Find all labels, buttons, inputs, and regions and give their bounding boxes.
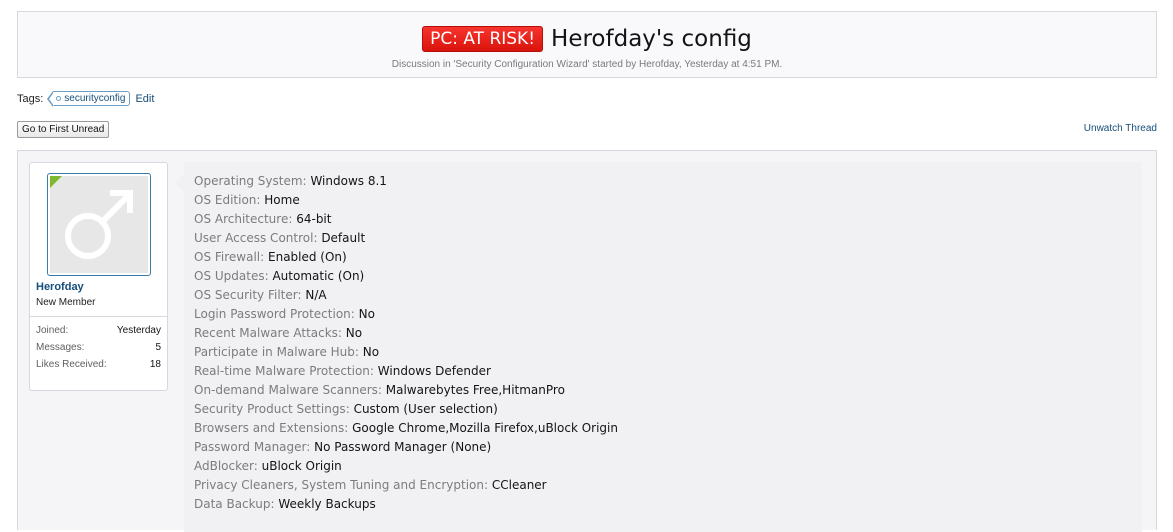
config-row: Privacy Cleaners, System Tuning and Encr… xyxy=(194,476,618,495)
config-label: On-demand Malware Scanners: xyxy=(194,383,382,397)
tags-row: Tags: securityconfig Edit xyxy=(17,91,154,107)
post: Herofday New Member Joined: Yesterday Me… xyxy=(17,150,1157,532)
config-label: User Access Control: xyxy=(194,231,318,245)
config-row: OS Security Filter: N/A xyxy=(194,286,618,305)
edit-tags-link[interactable]: Edit xyxy=(135,93,154,105)
online-indicator xyxy=(50,176,62,188)
unwatch-thread-link[interactable]: Unwatch Thread xyxy=(1084,123,1157,134)
config-label: Browsers and Extensions: xyxy=(194,421,349,435)
config-value: No xyxy=(345,326,363,340)
config-value: No xyxy=(362,345,380,359)
user-card: Herofday New Member Joined: Yesterday Me… xyxy=(29,162,168,391)
config-row: Browsers and Extensions: Google Chrome,M… xyxy=(194,419,618,438)
tags-label: Tags: xyxy=(17,92,44,105)
config-value: Automatic (On) xyxy=(272,269,365,283)
config-label: Operating System: xyxy=(194,174,307,188)
config-label: Security Product Settings: xyxy=(194,402,350,416)
stat-label: Messages: xyxy=(36,342,85,353)
config-row: OS Edition: Home xyxy=(194,191,618,210)
avatar[interactable] xyxy=(47,173,151,276)
config-row: Password Manager: No Password Manager (N… xyxy=(194,438,618,457)
user-title: New Member xyxy=(36,297,96,308)
config-value: Malwarebytes Free,HitmanPro xyxy=(385,383,565,397)
config-label: Login Password Protection: xyxy=(194,307,355,321)
title-line: PC: AT RISK! Herofday's config xyxy=(18,25,1156,53)
stat-row-likes: Likes Received: 18 xyxy=(36,356,161,373)
config-value: 64-bit xyxy=(296,212,332,226)
config-row: Security Product Settings: Custom (User … xyxy=(194,400,618,419)
config-value: Google Chrome,Mozilla Firefox,uBlock Ori… xyxy=(352,421,618,435)
config-row: Recent Malware Attacks: No xyxy=(194,324,618,343)
stat-label: Joined: xyxy=(36,325,69,336)
stat-row-joined: Joined: Yesterday xyxy=(36,322,161,339)
stat-value: 18 xyxy=(149,359,161,370)
config-value: N/A xyxy=(305,288,327,302)
config-value: Home xyxy=(264,193,300,207)
config-value: Weekly Backups xyxy=(278,497,376,511)
message-body: Operating System: Windows 8.1 OS Edition:… xyxy=(175,162,1142,532)
config-label: OS Firewall: xyxy=(194,250,265,264)
tag-label: securityconfig xyxy=(64,93,126,104)
male-symbol-icon xyxy=(50,176,148,273)
thread-prefix-badge[interactable]: PC: AT RISK! xyxy=(422,26,544,52)
config-value: No xyxy=(358,307,375,321)
config-row: On-demand Malware Scanners: Malwarebytes… xyxy=(194,381,618,400)
config-value: CCleaner xyxy=(491,478,547,492)
stat-value[interactable]: 5 xyxy=(155,339,161,356)
stat-row-messages: Messages: 5 xyxy=(36,339,161,356)
config-label: Privacy Cleaners, System Tuning and Encr… xyxy=(194,478,489,492)
config-row: OS Updates: Automatic (On) xyxy=(194,267,618,286)
stat-value: Yesterday xyxy=(116,325,161,336)
thread-title-bar: PC: AT RISK! Herofday's config Discussio… xyxy=(17,11,1157,78)
config-value: No Password Manager (None) xyxy=(314,440,492,454)
config-label: OS Updates: xyxy=(194,269,269,283)
config-row: Real-time Malware Protection: Windows De… xyxy=(194,362,618,381)
config-row: Participate in Malware Hub: No xyxy=(194,343,618,362)
config-label: Real-time Malware Protection: xyxy=(194,364,374,378)
stat-label: Likes Received: xyxy=(36,359,107,370)
config-value: Windows Defender xyxy=(377,364,491,378)
config-label: Participate in Malware Hub: xyxy=(194,345,359,359)
config-row: OS Architecture: 64-bit xyxy=(194,210,618,229)
config-value: uBlock Origin xyxy=(261,459,342,473)
config-value: Windows 8.1 xyxy=(310,174,387,188)
user-stats: Joined: Yesterday Messages: 5 Likes Rece… xyxy=(30,316,167,373)
config-label: OS Architecture: xyxy=(194,212,293,226)
tag-icon xyxy=(56,96,62,101)
config-label: Password Manager: xyxy=(194,440,311,454)
config-label: Data Backup: xyxy=(194,497,275,511)
config-row: Login Password Protection: No xyxy=(194,305,618,324)
config-value: Custom (User selection) xyxy=(353,402,498,416)
config-value: Default xyxy=(321,231,366,245)
config-row: User Access Control: Default xyxy=(194,229,618,248)
config-label: AdBlocker: xyxy=(194,459,258,473)
config-row: Operating System: Windows 8.1 xyxy=(194,172,618,191)
thread-byline: Discussion in 'Security Configuration Wi… xyxy=(391,59,783,70)
config-row: OS Firewall: Enabled (On) xyxy=(194,248,618,267)
config-row: Data Backup: Weekly Backups xyxy=(194,495,618,514)
config-list: Operating System: Windows 8.1 OS Edition:… xyxy=(194,172,618,514)
thread-title: Herofday's config xyxy=(551,26,752,52)
config-label: Recent Malware Attacks: xyxy=(194,326,342,340)
config-label: OS Security Filter: xyxy=(194,288,302,302)
tag-chip[interactable]: securityconfig xyxy=(47,91,131,107)
config-label: OS Edition: xyxy=(194,193,261,207)
username[interactable]: Herofday xyxy=(36,281,84,293)
config-row: AdBlocker: uBlock Origin xyxy=(194,457,618,476)
go-to-first-unread-button[interactable]: Go to First Unread xyxy=(17,121,110,138)
config-value: Enabled (On) xyxy=(268,250,347,264)
